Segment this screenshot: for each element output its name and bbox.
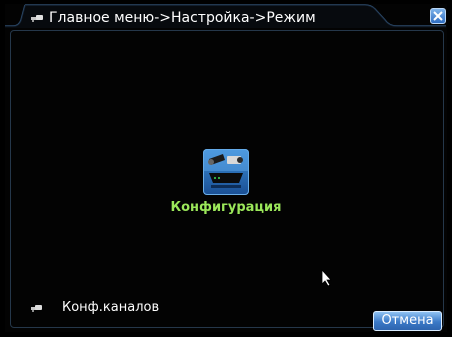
cancel-button[interactable]: Отмена <box>373 311 442 331</box>
settings-small-icon <box>31 15 43 22</box>
mode-window: Главное меню->Настройка->Режим Конфигура… <box>5 4 447 332</box>
config-label: Конфигурация <box>170 200 282 215</box>
camera-config-icon <box>203 149 249 195</box>
close-button[interactable] <box>430 8 446 24</box>
channel-config-icon <box>31 305 42 312</box>
channel-config-label: Конф.каналов <box>62 300 160 315</box>
channel-config-item[interactable]: Конф.каналов <box>29 297 209 319</box>
content-frame: Конфигурация Конф.каналов <box>10 30 444 328</box>
mouse-pointer-icon <box>321 269 332 287</box>
close-icon <box>433 11 443 21</box>
window-title: Главное меню->Настройка->Режим <box>49 10 316 26</box>
config-menu-item[interactable]: Конфигурация <box>161 149 291 229</box>
dvr-screen: Главное меню->Настройка->Режим Конфигура… <box>0 0 452 337</box>
